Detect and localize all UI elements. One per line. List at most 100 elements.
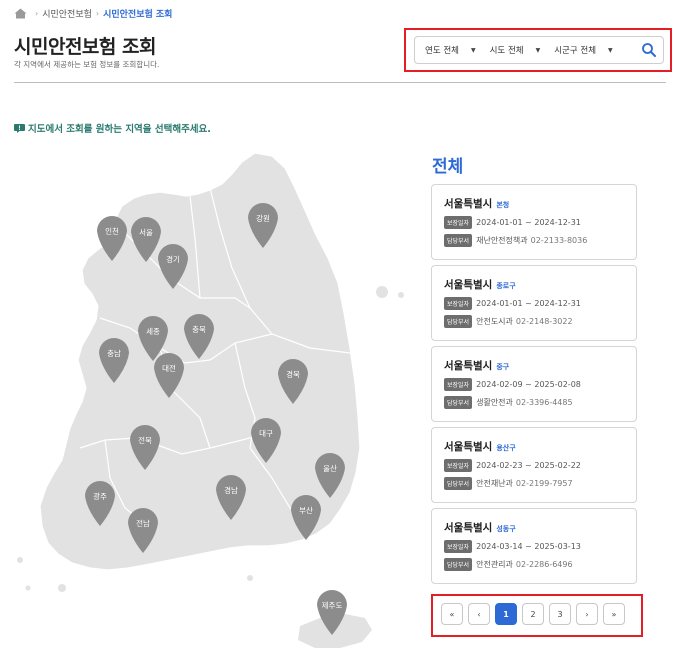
map-pin-label: 충북 [192, 325, 206, 334]
first-page-button[interactable]: « [441, 603, 463, 625]
filter-bar: 연도 전체 ▼ 시도 전체 ▼ 시군구 전체 ▼ [414, 36, 664, 64]
alert-icon [14, 123, 25, 133]
map-pin-label: 대전 [162, 363, 176, 373]
card-dept: 안전관리과 [476, 560, 513, 569]
page-button-1[interactable]: 1 [495, 603, 517, 625]
map-pin-label: 서울 [139, 228, 153, 237]
period-badge: 보장일자 [444, 216, 473, 229]
home-icon[interactable] [14, 8, 27, 19]
district-select[interactable]: 시군구 전체 ▼ [554, 44, 612, 56]
year-select-value: 연도 전체 [425, 46, 459, 56]
card-city: 서울특별시 [444, 279, 493, 291]
card-period: 2024-02-23 ~ 2025-02-22 [476, 461, 581, 470]
card-header: 서울특별시 본청 [444, 196, 636, 211]
insurance-card[interactable]: 서울특별시 중구 보장일자 2024-02-09 ~ 2025-02-08 담당부서 생활… [431, 346, 637, 422]
prev-page-button[interactable]: ‹ [468, 603, 490, 625]
card-district: 성동구 [496, 525, 516, 533]
card-period-row: 보장일자 2024-03-14 ~ 2025-03-13 [444, 540, 636, 553]
card-period-row: 보장일자 2024-01-01 ~ 2024-12-31 [444, 297, 636, 310]
map-notice-text: 지도에서 조회를 원하는 지역을 선택해주세요. [28, 124, 211, 135]
insurance-card[interactable]: 서울특별시 본청보장일자 2024-01-01 ~ 2024-12-31 담당부서 재난… [431, 184, 637, 260]
card-dept-row: 담당부서 안전관리과 02-2286-6496 [444, 558, 636, 571]
card-period: 2024-03-14 ~ 2025-03-13 [476, 542, 581, 551]
card-city: 서울특별시 [444, 198, 493, 210]
province-select-value: 시도 전체 [489, 46, 524, 56]
card-period-row: 보장일자 2024-02-09 ~ 2025-02-08 [444, 378, 636, 391]
map-pin-label: 인천 [105, 226, 119, 236]
period-badge: 보장일자 [444, 297, 473, 310]
map-pin-label: 경기 [166, 254, 180, 264]
card-district: 종로구 [496, 282, 516, 290]
card-header: 서울특별시 종로구 [444, 277, 636, 292]
card-dept-row: 담당부서 재난안전정책과 02-2133-8036 [444, 234, 636, 247]
dept-badge: 담당부서 [444, 558, 473, 571]
caret-down-icon: ▼ [470, 46, 476, 54]
map-pin-label: 강원 [256, 213, 270, 223]
breadcrumb-separator: › [35, 9, 39, 18]
breadcrumb-item-insurance[interactable]: 시민안전보험 [42, 7, 92, 20]
card-period-row: 보장일자 2024-01-01 ~ 2024-12-31 [444, 216, 636, 229]
card-header: 서울특별시 성동구 [444, 520, 636, 535]
map-pin-label: 충남 [107, 349, 121, 358]
card-district: 용산구 [496, 444, 516, 452]
map-pin-label: 세종 [146, 327, 160, 336]
korea-map: 인천 서울경기 강원세종 충북충남대전경북대구전북울산경남광주전남 부산제주도 [17, 152, 404, 648]
insurance-card[interactable]: 서울특별시 종로구보장일자 2024-01-01 ~ 2024-12-31 담당부서 안… [431, 265, 637, 341]
insurance-card[interactable]: 서울특별시 용산구 보장일자 2024-02-23 ~ 2025-02-22 담당부서 안… [431, 427, 637, 503]
breadcrumb: › 시민안전보험 › 시민안전보험 조회 [14, 7, 172, 20]
period-badge: 보장일자 [444, 459, 473, 472]
map-pin-label: 울산 [323, 463, 337, 473]
card-district: 본청 [496, 201, 510, 209]
map-pin-label: 경북 [286, 369, 300, 379]
card-header: 서울특별시 중구 [444, 358, 636, 373]
card-dept: 안전재난과 [476, 479, 513, 488]
caret-down-icon: ▼ [535, 46, 541, 54]
card-city: 서울특별시 [444, 522, 493, 534]
period-badge: 보장일자 [444, 540, 473, 553]
period-badge: 보장일자 [444, 378, 473, 391]
last-page-button[interactable]: » [603, 603, 625, 625]
card-dept: 재난안전정책과 [476, 236, 528, 245]
card-phone: 02-2148-3022 [515, 317, 573, 326]
page-title: 시민안전보험 조회 [14, 36, 156, 58]
card-dept-row: 담당부서 생활안전과 02-3396-4485 [444, 396, 636, 409]
header-divider [14, 82, 666, 83]
year-select[interactable]: 연도 전체 ▼ [425, 44, 476, 56]
map-notice: 지도에서 조회를 원하는 지역을 선택해주세요. [14, 121, 211, 135]
card-dept-row: 담당부서 안전재난과 02-2199-7957 [444, 477, 636, 490]
pagination: « ‹ 1 2 3 › » [441, 603, 630, 625]
card-header: 서울특별시 용산구 [444, 439, 636, 454]
card-phone: 02-2199-7957 [515, 479, 573, 488]
district-select-value: 시군구 전체 [554, 46, 597, 56]
card-city: 서울특별시 [444, 360, 493, 372]
insurance-card[interactable]: 서울특별시 성동구 보장일자 2024-03-14 ~ 2025-03-13 담당부서 안… [431, 508, 637, 584]
map-pin-label: 대구 [259, 429, 273, 438]
breadcrumb-separator: › [95, 9, 100, 18]
map-pin-label: 경남 [224, 485, 238, 495]
card-phone: 02-2133-8036 [530, 236, 588, 245]
page-button-2[interactable]: 2 [522, 603, 544, 625]
card-period: 2024-02-09 ~ 2025-02-08 [476, 380, 581, 389]
breadcrumb-item-current[interactable]: 시민안전보험 조회 [103, 7, 172, 20]
card-district: 중구 [496, 363, 510, 371]
card-city: 서울특별시 [444, 441, 493, 453]
region-title: 전체 [432, 157, 464, 177]
page-button-3[interactable]: 3 [549, 603, 571, 625]
card-period: 2024-01-01 ~ 2024-12-31 [476, 299, 581, 308]
province-select[interactable]: 시도 전체 ▼ [490, 44, 541, 56]
card-dept-row: 담당부서 안전도시과 02-2148-3022 [444, 315, 636, 328]
map-pin-label: 전북 [138, 435, 152, 445]
map-pin-label: 전남 [136, 518, 150, 528]
card-dept: 안전도시과 [476, 317, 513, 326]
search-icon[interactable] [641, 42, 657, 58]
page-subtitle: 각 지역에서 제공하는 보험 정보를 조회합니다. [14, 60, 160, 69]
card-dept: 생활안전과 [476, 398, 513, 407]
caret-down-icon: ▼ [608, 46, 613, 54]
card-phone: 02-2286-6496 [515, 560, 573, 569]
map-pin-label: 부산 [299, 505, 313, 515]
dept-badge: 담당부서 [444, 477, 473, 490]
next-page-button[interactable]: › [576, 603, 598, 625]
card-period-row: 보장일자 2024-02-23 ~ 2025-02-22 [444, 459, 636, 472]
map-pin-label: 광주 [93, 491, 107, 501]
dept-badge: 담당부서 [444, 396, 473, 409]
